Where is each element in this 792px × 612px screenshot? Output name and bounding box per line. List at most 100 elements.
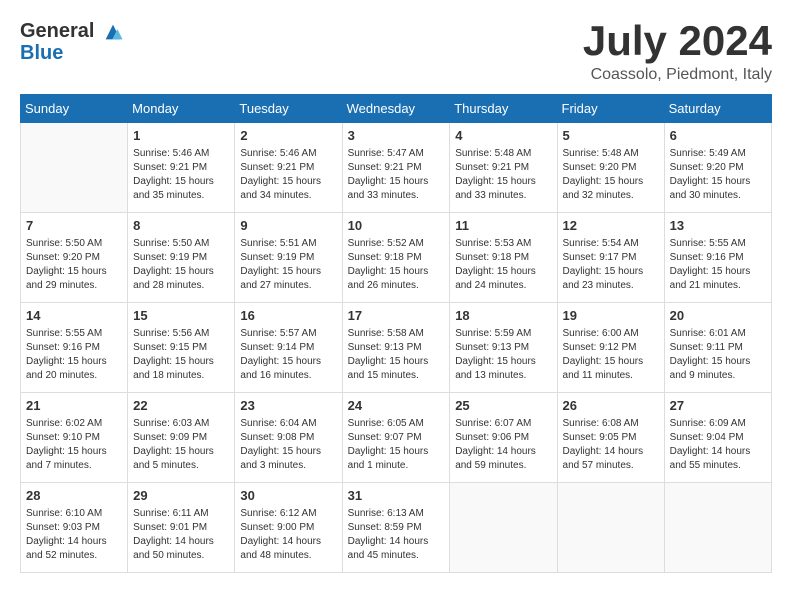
day-info-line: and 11 minutes.	[563, 369, 659, 383]
day-number: 9	[240, 217, 336, 235]
day-number: 12	[563, 217, 659, 235]
calendar-day-cell: 10Sunrise: 5:52 AMSunset: 9:18 PMDayligh…	[342, 213, 450, 303]
day-info-line: and 34 minutes.	[240, 189, 336, 203]
day-info-line: Daylight: 14 hours	[348, 535, 445, 549]
day-info-line: Sunrise: 6:07 AM	[455, 417, 551, 431]
day-info-line: Sunset: 9:07 PM	[348, 431, 445, 445]
day-number: 25	[455, 397, 551, 415]
day-number: 31	[348, 487, 445, 505]
day-info-line: Daylight: 14 hours	[133, 535, 229, 549]
day-info-line: Sunset: 9:18 PM	[348, 251, 445, 265]
day-number: 18	[455, 307, 551, 325]
day-info-line: and 13 minutes.	[455, 369, 551, 383]
day-info-line: Daylight: 15 hours	[26, 265, 122, 279]
day-info-line: Sunrise: 5:47 AM	[348, 147, 445, 161]
calendar-day-cell	[21, 123, 128, 213]
logo-blue-text: Blue	[20, 42, 124, 64]
calendar-day-header: Thursday	[450, 95, 557, 123]
day-info-line: Daylight: 15 hours	[348, 265, 445, 279]
day-info-line: Daylight: 15 hours	[563, 355, 659, 369]
day-info-line: and 52 minutes.	[26, 549, 122, 563]
day-info-line: and 32 minutes.	[563, 189, 659, 203]
day-number: 4	[455, 127, 551, 145]
day-info-line: Sunset: 9:04 PM	[670, 431, 766, 445]
day-info-line: and 33 minutes.	[455, 189, 551, 203]
calendar-day-cell: 21Sunrise: 6:02 AMSunset: 9:10 PMDayligh…	[21, 393, 128, 483]
day-info-line: Sunset: 9:18 PM	[455, 251, 551, 265]
calendar-day-cell: 6Sunrise: 5:49 AMSunset: 9:20 PMDaylight…	[664, 123, 771, 213]
logo: General Blue	[20, 20, 124, 64]
day-info-line: Sunrise: 5:56 AM	[133, 327, 229, 341]
calendar-day-header: Saturday	[664, 95, 771, 123]
day-number: 19	[563, 307, 659, 325]
day-info-line: Daylight: 15 hours	[563, 265, 659, 279]
day-info-line: and 1 minute.	[348, 459, 445, 473]
day-info-line: Daylight: 15 hours	[670, 265, 766, 279]
day-info-line: and 16 minutes.	[240, 369, 336, 383]
day-info-line: and 5 minutes.	[133, 459, 229, 473]
day-info-line: Sunset: 9:17 PM	[563, 251, 659, 265]
day-info-line: Daylight: 15 hours	[240, 175, 336, 189]
day-number: 3	[348, 127, 445, 145]
calendar-day-cell: 20Sunrise: 6:01 AMSunset: 9:11 PMDayligh…	[664, 303, 771, 393]
calendar-day-cell: 14Sunrise: 5:55 AMSunset: 9:16 PMDayligh…	[21, 303, 128, 393]
day-info-line: Sunset: 9:05 PM	[563, 431, 659, 445]
calendar-day-cell: 26Sunrise: 6:08 AMSunset: 9:05 PMDayligh…	[557, 393, 664, 483]
day-info-line: Daylight: 15 hours	[240, 355, 336, 369]
calendar-day-cell: 22Sunrise: 6:03 AMSunset: 9:09 PMDayligh…	[128, 393, 235, 483]
calendar-day-cell	[664, 483, 771, 573]
day-info-line: and 30 minutes.	[670, 189, 766, 203]
day-number: 13	[670, 217, 766, 235]
calendar-day-header: Wednesday	[342, 95, 450, 123]
day-info-line: Daylight: 15 hours	[133, 445, 229, 459]
calendar-day-cell: 15Sunrise: 5:56 AMSunset: 9:15 PMDayligh…	[128, 303, 235, 393]
day-info-line: and 15 minutes.	[348, 369, 445, 383]
calendar-day-header: Monday	[128, 95, 235, 123]
day-info-line: and 24 minutes.	[455, 279, 551, 293]
day-info-line: and 21 minutes.	[670, 279, 766, 293]
calendar-day-cell: 13Sunrise: 5:55 AMSunset: 9:16 PMDayligh…	[664, 213, 771, 303]
day-info-line: Daylight: 15 hours	[133, 265, 229, 279]
calendar-week-row: 21Sunrise: 6:02 AMSunset: 9:10 PMDayligh…	[21, 393, 772, 483]
day-number: 28	[26, 487, 122, 505]
day-info-line: Daylight: 14 hours	[455, 445, 551, 459]
day-info-line: Sunset: 9:16 PM	[670, 251, 766, 265]
day-info-line: Sunrise: 5:50 AM	[133, 237, 229, 251]
day-info-line: Sunrise: 5:59 AM	[455, 327, 551, 341]
day-info-line: Daylight: 15 hours	[670, 355, 766, 369]
calendar-day-header: Friday	[557, 95, 664, 123]
day-info-line: Daylight: 15 hours	[348, 445, 445, 459]
day-info-line: Sunset: 9:21 PM	[348, 161, 445, 175]
day-info-line: Daylight: 15 hours	[563, 175, 659, 189]
day-number: 24	[348, 397, 445, 415]
calendar-day-cell: 9Sunrise: 5:51 AMSunset: 9:19 PMDaylight…	[235, 213, 342, 303]
day-info-line: Daylight: 14 hours	[240, 535, 336, 549]
day-info-line: Daylight: 15 hours	[455, 355, 551, 369]
day-info-line: Sunrise: 6:10 AM	[26, 507, 122, 521]
day-info-line: Sunset: 9:03 PM	[26, 521, 122, 535]
day-info-line: Sunrise: 5:53 AM	[455, 237, 551, 251]
day-number: 1	[133, 127, 229, 145]
day-info-line: and 33 minutes.	[348, 189, 445, 203]
day-info-line: and 50 minutes.	[133, 549, 229, 563]
day-info-line: Daylight: 15 hours	[133, 355, 229, 369]
day-info-line: Sunrise: 5:49 AM	[670, 147, 766, 161]
calendar-day-cell: 25Sunrise: 6:07 AMSunset: 9:06 PMDayligh…	[450, 393, 557, 483]
day-info-line: Sunrise: 6:01 AM	[670, 327, 766, 341]
location: Coassolo, Piedmont, Italy	[583, 66, 772, 84]
day-info-line: and 27 minutes.	[240, 279, 336, 293]
day-info-line: and 29 minutes.	[26, 279, 122, 293]
calendar-week-row: 7Sunrise: 5:50 AMSunset: 9:20 PMDaylight…	[21, 213, 772, 303]
day-info-line: Sunrise: 5:48 AM	[563, 147, 659, 161]
calendar-day-cell: 28Sunrise: 6:10 AMSunset: 9:03 PMDayligh…	[21, 483, 128, 573]
calendar-day-cell: 23Sunrise: 6:04 AMSunset: 9:08 PMDayligh…	[235, 393, 342, 483]
day-info-line: Sunrise: 6:03 AM	[133, 417, 229, 431]
day-info-line: Daylight: 15 hours	[348, 355, 445, 369]
day-info-line: Sunrise: 5:46 AM	[240, 147, 336, 161]
calendar-day-cell: 8Sunrise: 5:50 AMSunset: 9:19 PMDaylight…	[128, 213, 235, 303]
day-info-line: Sunrise: 5:46 AM	[133, 147, 229, 161]
day-number: 8	[133, 217, 229, 235]
day-info-line: and 45 minutes.	[348, 549, 445, 563]
day-info-line: Sunset: 9:13 PM	[455, 341, 551, 355]
calendar-day-cell: 30Sunrise: 6:12 AMSunset: 9:00 PMDayligh…	[235, 483, 342, 573]
